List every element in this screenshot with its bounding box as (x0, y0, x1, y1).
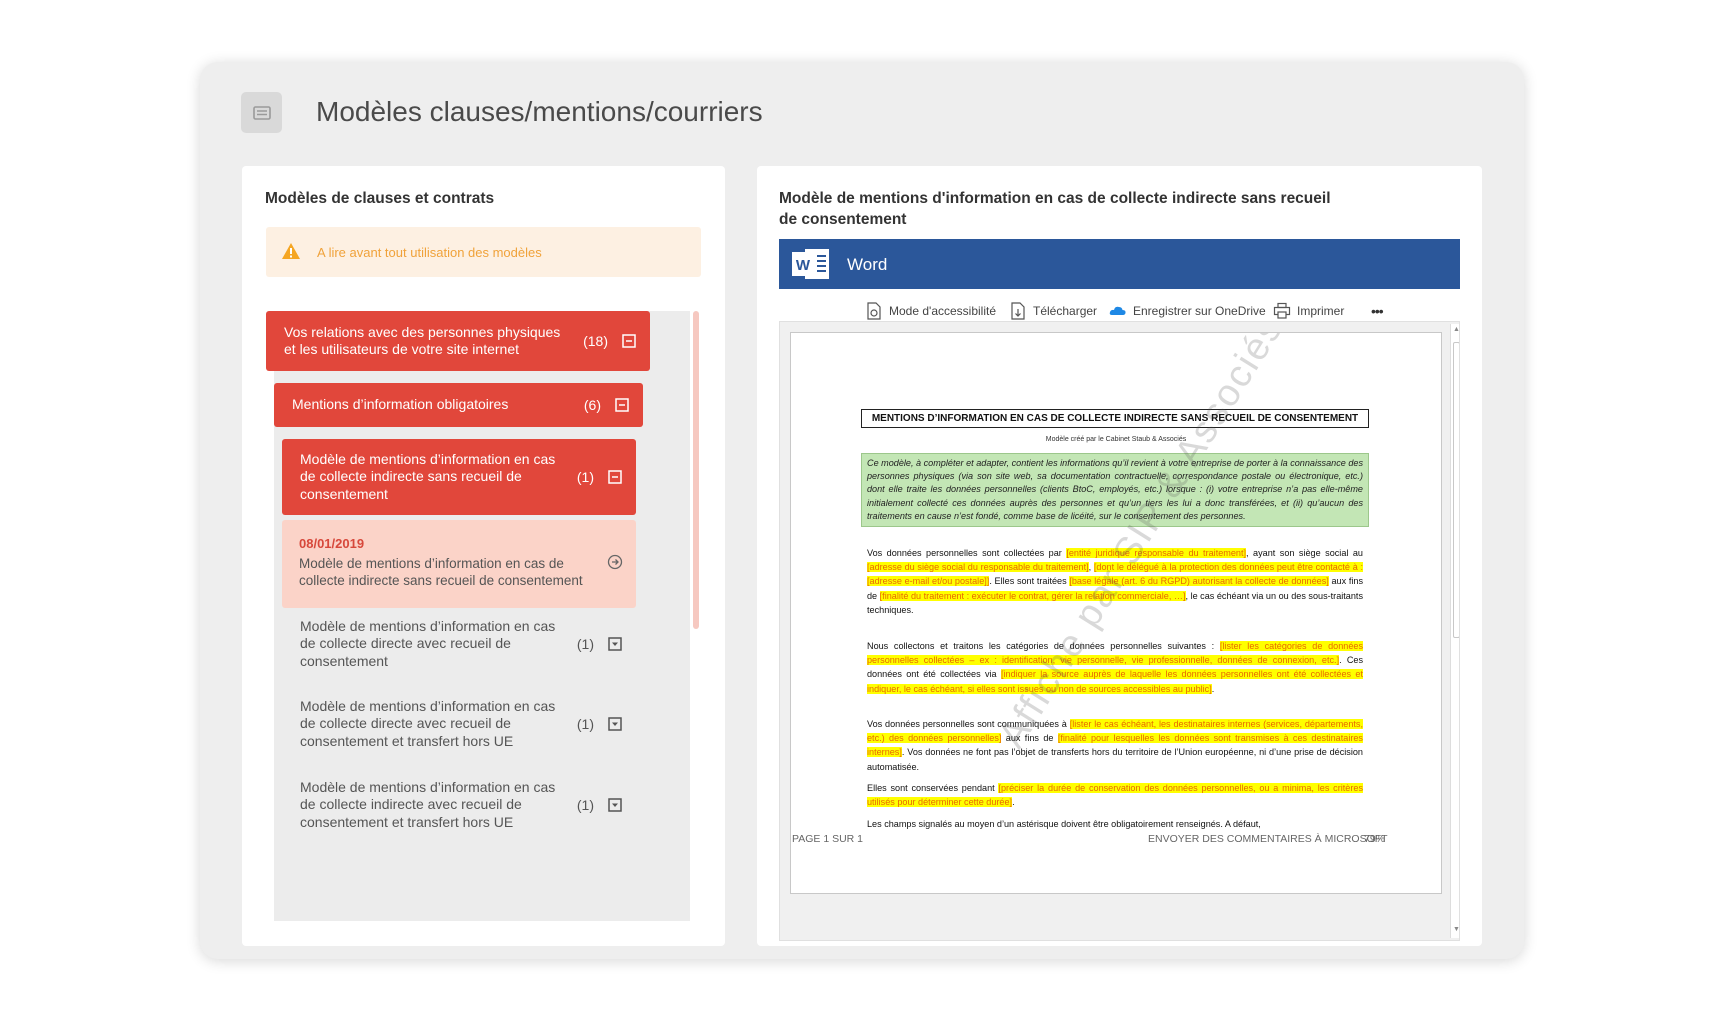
tree-node-model[interactable]: Modèle de mentions d’information en cas … (282, 767, 636, 843)
preview-panel: Modèle de mentions d'information en cas … (757, 166, 1482, 946)
tree-node-count: (1) (576, 636, 594, 652)
svg-text:W: W (796, 257, 811, 274)
download-label: Télécharger (1033, 304, 1098, 318)
document-title: Modèle de mentions d’information en cas … (299, 556, 583, 588)
tree-node-label: Modèle de mentions d’information en cas … (300, 697, 556, 749)
page-indicator: PAGE 1 SUR 1 (792, 833, 863, 845)
warning-icon (281, 242, 303, 262)
onedrive-label: Enregistrer sur OneDrive (1133, 304, 1266, 318)
clauses-panel: Modèles de clauses et contrats A lire av… (242, 166, 725, 946)
clauses-panel-title: Modèles de clauses et contrats (265, 190, 495, 207)
collapse-icon[interactable] (608, 470, 622, 484)
expand-icon[interactable] (608, 717, 622, 731)
list-icon[interactable] (241, 92, 282, 133)
word-label: Word (847, 255, 888, 274)
preview-title: Modèle de mentions d'information en cas … (779, 190, 1331, 228)
tree-node-label: Modèle de mentions d’information en cas … (300, 450, 556, 502)
document-text: . Vos données ne font pas l’objet de tra… (867, 747, 1363, 772)
tree-node-model[interactable]: Modèle de mentions d’information en cas … (282, 606, 636, 682)
tree-node-label: Mentions d’information obligatoires (292, 396, 509, 413)
accessibility-icon (865, 302, 883, 320)
download-icon (1009, 302, 1027, 320)
scroll-thumb[interactable] (1453, 342, 1459, 638)
tree-node-count: (1) (576, 469, 594, 485)
document-paragraph: Vos données personnelles sont communiqué… (867, 717, 1363, 774)
document-item[interactable]: 08/01/2019 Modèle de mentions d’informat… (282, 520, 636, 608)
tree-node-selected-model[interactable]: Modèle de mentions d’information en cas … (282, 439, 636, 515)
tree-node-relations[interactable]: Vos relations avec des personnes physiqu… (266, 311, 650, 371)
document-text: Vos données personnelles sont collectées… (867, 548, 1067, 558)
accessibility-button[interactable]: Mode d'accessibilité (865, 301, 996, 321)
onedrive-button[interactable]: Enregistrer sur OneDrive (1109, 301, 1266, 321)
document-paragraph: Nous collectons et traitons les catégori… (867, 639, 1364, 696)
scroll-up-icon[interactable]: ▲ (1452, 324, 1459, 336)
document-text: . Elles sont traitées (989, 576, 1070, 587)
download-button[interactable]: Télécharger (1009, 301, 1097, 321)
page-title: Modèles clauses/mentions/courriers (316, 96, 763, 127)
expand-icon[interactable] (608, 637, 622, 651)
document-viewer: MENTIONS D’INFORMATION EN CAS DE COLLECT… (779, 321, 1460, 941)
tree-node-model[interactable]: Modèle de mentions d’information en cas … (282, 686, 636, 762)
document-page[interactable]: MENTIONS D’INFORMATION EN CAS DE COLLECT… (790, 332, 1442, 894)
feedback-link[interactable]: ENVOYER DES COMMENTAIRES À MICROSOFT (1148, 833, 1388, 845)
highlighted-placeholder: [adresse du siège social du responsable … (867, 562, 1089, 573)
word-header: W Word (779, 239, 1460, 289)
warning-text: A lire avant tout utilisation des modèle… (317, 244, 542, 260)
tree-node-count: (1) (576, 716, 594, 732)
warning-banner[interactable]: A lire avant tout utilisation des modèle… (266, 227, 701, 277)
scroll-down-icon[interactable]: ▼ (1452, 924, 1459, 936)
document-text: Les champs signalés au moyen d’un astéri… (867, 819, 1261, 829)
onedrive-icon (1109, 302, 1127, 320)
document-text: . (1211, 683, 1215, 694)
open-arrow-icon[interactable] (607, 554, 623, 570)
print-icon (1273, 302, 1291, 320)
document-scrollbar[interactable]: ▲ ▼ (1450, 324, 1459, 938)
collapse-icon[interactable] (622, 334, 636, 348)
document-paragraph: Elles sont conservées pendant [préciser … (867, 781, 1363, 809)
word-logo-icon: W (791, 247, 831, 281)
tree-node-label: Vos relations avec des personnes physiqu… (284, 323, 561, 358)
tree-scrollbar[interactable] (693, 311, 699, 629)
highlighted-placeholder: [finalité du traitement : exécuter le co… (879, 590, 1186, 601)
print-button[interactable]: Imprimer (1273, 301, 1344, 321)
more-options-icon[interactable]: ••• (1371, 301, 1384, 321)
document-text: . (1012, 797, 1015, 808)
tree-node-count: (1) (576, 797, 594, 813)
zoom-level[interactable]: 79% (1364, 833, 1385, 845)
collapse-icon[interactable] (615, 398, 629, 412)
tree-node-count: (18) (583, 333, 608, 349)
tree-node-label: Modèle de mentions d’information en cas … (300, 617, 556, 669)
tree-node-count: (6) (583, 397, 601, 413)
document-text: , ayant son siège social au (1246, 548, 1363, 558)
document-heading: MENTIONS D’INFORMATION EN CAS DE COLLECT… (861, 409, 1369, 428)
tree-node-label: Modèle de mentions d’information en cas … (300, 778, 556, 830)
expand-icon[interactable] (608, 798, 622, 812)
document-subtitle: Modèle créé par le Cabinet Staub & Assoc… (1045, 436, 1187, 443)
accessibility-label: Mode d'accessibilité (889, 304, 997, 318)
document-text: Elles sont conservées pendant (867, 783, 999, 793)
print-label: Imprimer (1297, 304, 1345, 318)
document-intro: Ce modèle, à compléter et adapter, conti… (861, 453, 1369, 528)
document-paragraph: Les champs signalés au moyen d’un astéri… (867, 817, 1363, 831)
category-tree: Vos relations avec des personnes physiqu… (266, 311, 691, 921)
main-card: Modèles clauses/mentions/courriers Modèl… (200, 62, 1524, 959)
document-date: 08/01/2019 (299, 536, 365, 551)
tree-node-mentions[interactable]: Mentions d’information obligatoires (6) (274, 383, 643, 427)
